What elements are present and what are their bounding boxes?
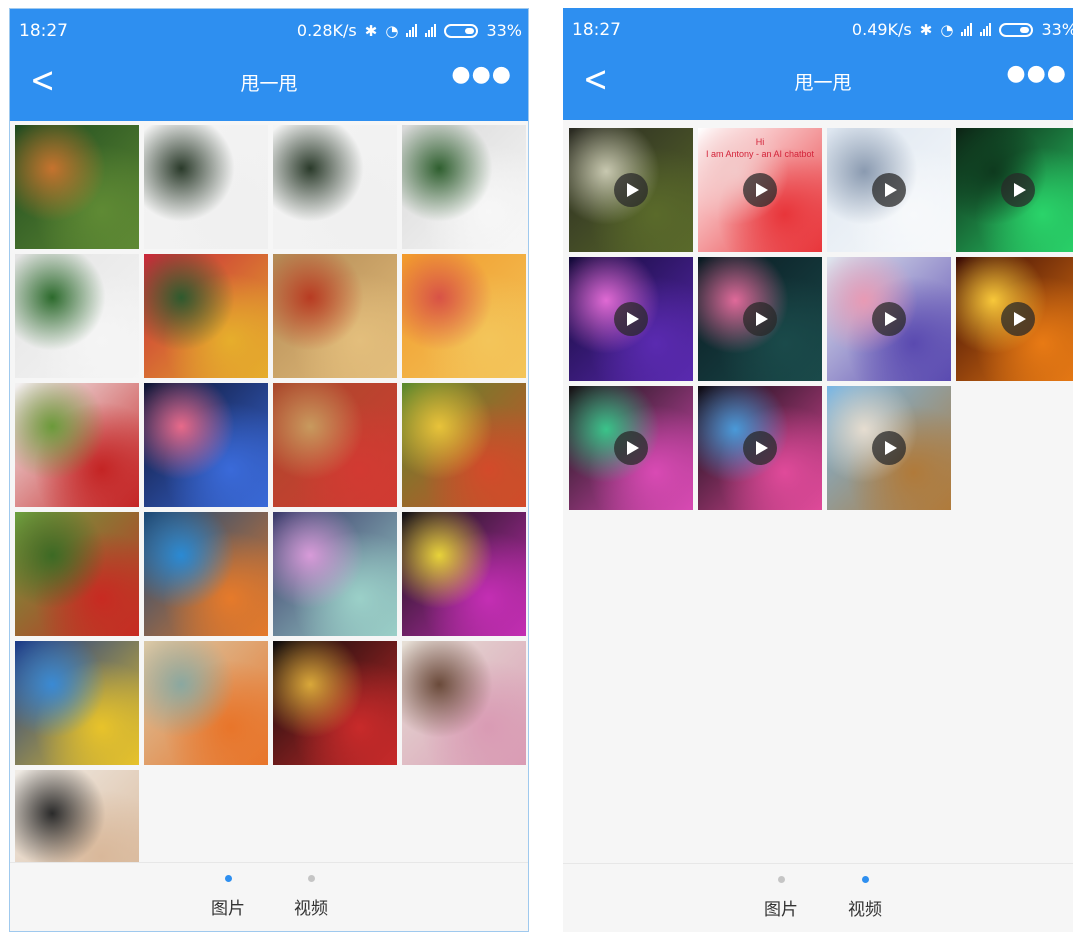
video-fire[interactable]: [956, 257, 1073, 381]
video-snow-landscape[interactable]: [827, 128, 951, 252]
status-bar: 18:27 0.28K/s ✱ ◔ 33%: [10, 9, 528, 53]
photo-mandarin-fish[interactable]: [144, 512, 268, 636]
video-purple-particles[interactable]: [569, 257, 693, 381]
photo-grid: [15, 125, 526, 894]
tab-indicator-dot: [224, 875, 232, 882]
app-bar: 18:27 0.28K/s ✱ ◔ 33% < 甩一甩 ●●●: [10, 9, 528, 121]
status-time: 18:27: [19, 21, 68, 41]
nav-bar: < 甩一甩 ●●●: [10, 53, 528, 115]
video-lotus-pond[interactable]: [698, 257, 822, 381]
network-speed: 0.49K/s: [851, 20, 912, 39]
network-speed: 0.28K/s: [296, 21, 357, 40]
nav-bar: < 甩一甩 ●●●: [563, 52, 1073, 114]
tab-photos[interactable]: 图片: [198, 875, 258, 919]
photo-ec20-module[interactable]: [402, 125, 526, 249]
status-indicators: 0.28K/s ✱ ◔ 33%: [297, 21, 522, 40]
bottom-tab-bar: 图片 视频: [10, 862, 528, 931]
signal-icon-2: [425, 24, 437, 37]
play-icon: [1001, 173, 1035, 207]
wifi-icon: ◔: [940, 20, 954, 39]
photo-strawberries[interactable]: [273, 383, 397, 507]
play-icon: [872, 173, 906, 207]
more-options-icon[interactable]: ●●●: [451, 62, 512, 87]
signal-icon: [406, 24, 418, 37]
play-icon: [872, 431, 906, 465]
play-icon: [743, 431, 777, 465]
bluetooth-icon: ✱: [919, 20, 933, 39]
photo-gps-antenna-module[interactable]: [144, 125, 268, 249]
photo-circuit-board[interactable]: [15, 125, 139, 249]
play-icon: [743, 302, 777, 336]
photo-oranges-grapefruit[interactable]: [402, 254, 526, 378]
video-green-cross[interactable]: [956, 128, 1073, 252]
status-bar: 18:27 0.49K/s ✱ ◔ 33%: [563, 8, 1073, 52]
video-kaleidoscope-ring[interactable]: [569, 386, 693, 510]
photo-bokeh-ball[interactable]: [402, 512, 526, 636]
play-icon: [743, 173, 777, 207]
battery-percent: 33%: [486, 21, 522, 40]
thumbnail-caption: Hi I am Antony - an AI chatbot: [705, 137, 815, 159]
tab-indicator-dot: [861, 876, 869, 883]
battery-icon: [444, 23, 479, 38]
tab-label: 视频: [848, 900, 882, 920]
tab-photos[interactable]: 图片: [751, 876, 811, 920]
more-options-icon[interactable]: ●●●: [1006, 61, 1067, 86]
page-title: 甩一甩: [794, 72, 852, 94]
photo-children-laptop[interactable]: [402, 641, 526, 765]
photo-tulips[interactable]: [144, 254, 268, 378]
bluetooth-icon: ✱: [364, 21, 378, 40]
play-icon: [614, 173, 648, 207]
tab-label: 视频: [294, 899, 328, 919]
photo-fruit-basket[interactable]: [273, 254, 397, 378]
status-indicators: 0.49K/s ✱ ◔ 33%: [852, 20, 1073, 39]
photo-christmas-ornaments[interactable]: [273, 641, 397, 765]
play-icon: [614, 302, 648, 336]
play-icon: [614, 431, 648, 465]
video-grid: Hi I am Antony - an AI chatbot: [569, 128, 1073, 510]
video-bowl-still-life[interactable]: [569, 128, 693, 252]
photo-vegetables[interactable]: [402, 383, 526, 507]
status-time: 18:27: [572, 20, 621, 40]
battery-icon: [999, 22, 1034, 37]
phone-screen-videos: 18:27 0.49K/s ✱ ◔ 33% < 甩一甩 ●●● HiI am A…: [563, 8, 1073, 932]
app-bar: 18:27 0.49K/s ✱ ◔ 33% < 甩一甩 ●●●: [563, 8, 1073, 120]
photo-cherries-branch[interactable]: [15, 512, 139, 636]
photo-jellyfish[interactable]: [144, 383, 268, 507]
tab-indicator-dot: [777, 876, 785, 883]
tab-label: 图片: [764, 900, 798, 920]
tab-label: 图片: [211, 899, 245, 919]
photo-sea-anemone[interactable]: [273, 512, 397, 636]
video-flowers-vase[interactable]: [827, 257, 951, 381]
photo-uc20-module[interactable]: [15, 254, 139, 378]
play-icon: [1001, 302, 1035, 336]
play-icon: [872, 302, 906, 336]
tab-videos[interactable]: 视频: [281, 875, 341, 919]
wifi-icon: ◔: [385, 21, 399, 40]
photo-aquarium-fish[interactable]: [15, 641, 139, 765]
photo-gps-antenna-module-2[interactable]: [273, 125, 397, 249]
signal-icon: [961, 23, 973, 36]
page-title: 甩一甩: [240, 73, 298, 95]
video-kaleidoscope-star[interactable]: [698, 386, 822, 510]
video-acorn-squirrel[interactable]: [827, 386, 951, 510]
video-ai-chatbot[interactable]: Hi I am Antony - an AI chatbot: [698, 128, 822, 252]
bottom-tab-bar: 图片 视频: [563, 863, 1073, 932]
photo-cherries-bowl[interactable]: [15, 383, 139, 507]
tab-videos[interactable]: 视频: [835, 876, 895, 920]
signal-icon-2: [980, 23, 992, 36]
tab-indicator-dot: [307, 875, 315, 882]
photo-clownfish[interactable]: [144, 641, 268, 765]
phone-screen-photos: 18:27 0.28K/s ✱ ◔ 33% < 甩一甩 ●●● 图片 视频: [9, 8, 529, 932]
battery-percent: 33%: [1041, 20, 1073, 39]
